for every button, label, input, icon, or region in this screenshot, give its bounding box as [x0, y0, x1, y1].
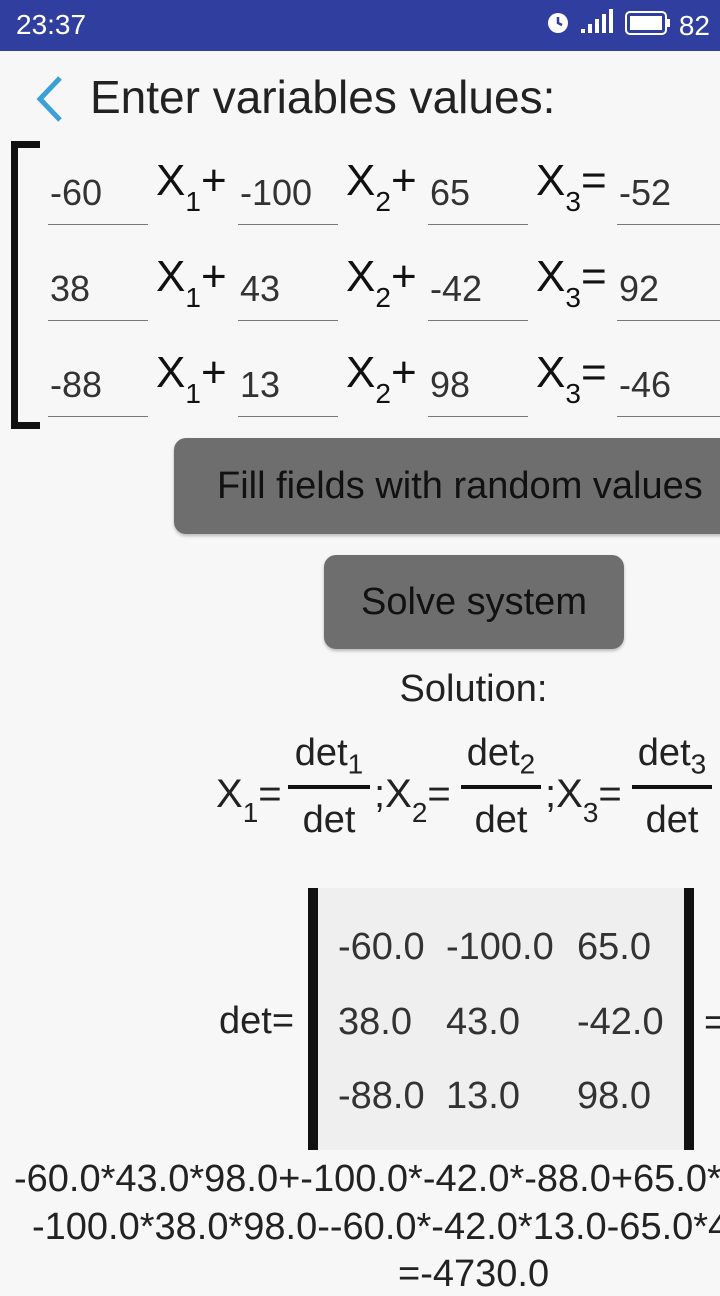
calc-line-1: -60.0*43.0*98.0+-100.0*-42.0*-88.0+65.0*…: [14, 1158, 720, 1200]
matrix-cell-12: -100.0: [446, 926, 554, 968]
term-x3: X3=: [536, 156, 607, 217]
x1-label: X1=: [216, 772, 282, 828]
term-x1: X1+: [156, 156, 227, 217]
status-time: 23:37: [16, 9, 87, 40]
term-x2: X2+: [346, 348, 417, 409]
status-bar: 23:37 82: [0, 0, 720, 51]
battery-icon: [624, 10, 671, 42]
equation-row-2: 38 X1+ 43 X2+ -42 X3= 92: [0, 252, 720, 336]
matrix-cell-31: -88.0: [338, 1075, 425, 1117]
coef-a13-input[interactable]: 65: [428, 160, 528, 225]
coef-a22-input[interactable]: 43: [238, 256, 338, 321]
matrix-cell-13: 65.0: [577, 926, 651, 968]
solution-label: Solution:: [399, 668, 548, 710]
header: Enter variables values:: [0, 56, 720, 140]
back-arrow-icon[interactable]: [30, 74, 70, 124]
matrix-cell-22: 43.0: [446, 1001, 520, 1043]
matrix-cell-21: 38.0: [338, 1001, 412, 1043]
coef-b3-input[interactable]: -46: [617, 352, 720, 417]
solve-system-button[interactable]: Solve system: [324, 555, 624, 649]
fraction-x3: det3 det: [632, 732, 712, 842]
matrix-cell-11: -60.0: [338, 926, 425, 968]
page-title: Enter variables values:: [90, 71, 556, 123]
coef-b1-input[interactable]: -52: [617, 160, 720, 225]
equation-row-3: -88 X1+ 13 X2+ 98 X3= -46: [0, 348, 720, 432]
coef-a11-input[interactable]: -60: [48, 160, 148, 225]
coef-b2-input[interactable]: 92: [617, 256, 720, 321]
alarm-icon: [545, 9, 571, 42]
calc-line-2: -100.0*38.0*98.0--60.0*-42.0*13.0-65.0*4…: [32, 1206, 720, 1248]
matrix-bar-right: [684, 888, 694, 1150]
status-icons: 82: [545, 9, 710, 42]
coef-a31-input[interactable]: -88: [48, 352, 148, 417]
matrix-cell-33: 98.0: [577, 1075, 651, 1117]
matrix-cell-32: 13.0: [446, 1075, 520, 1117]
term-x1: X1+: [156, 348, 227, 409]
battery-percent: 82: [678, 9, 710, 41]
coef-a23-input[interactable]: -42: [428, 256, 528, 321]
fraction-x2: det2 det: [461, 732, 541, 842]
coef-a32-input[interactable]: 13: [238, 352, 338, 417]
matrix-cell-23: -42.0: [577, 1001, 664, 1043]
fill-random-button[interactable]: Fill fields with random values: [174, 438, 720, 534]
det-label: det=: [219, 1000, 295, 1042]
term-x2: X2+: [346, 252, 417, 313]
equation-row-1: -60 X1+ -100 X2+ 65 X3= -52: [0, 156, 720, 240]
x2-label: ;X2=: [374, 772, 451, 828]
x3-label: ;X3=: [545, 772, 622, 828]
calc-line-3: =-4730.0: [398, 1253, 550, 1295]
coef-a12-input[interactable]: -100: [238, 160, 338, 225]
matrix-bar-left: [308, 888, 318, 1150]
fraction-x1: det1 det: [288, 732, 370, 842]
term-x3: X3=: [536, 348, 607, 409]
det-equals-sign: =: [704, 1002, 720, 1044]
term-x2: X2+: [346, 156, 417, 217]
term-x1: X1+: [156, 252, 227, 313]
coef-a33-input[interactable]: 98: [428, 352, 528, 417]
coef-a21-input[interactable]: 38: [48, 256, 148, 321]
signal-icon: [579, 9, 617, 42]
term-x3: X3=: [536, 252, 607, 313]
